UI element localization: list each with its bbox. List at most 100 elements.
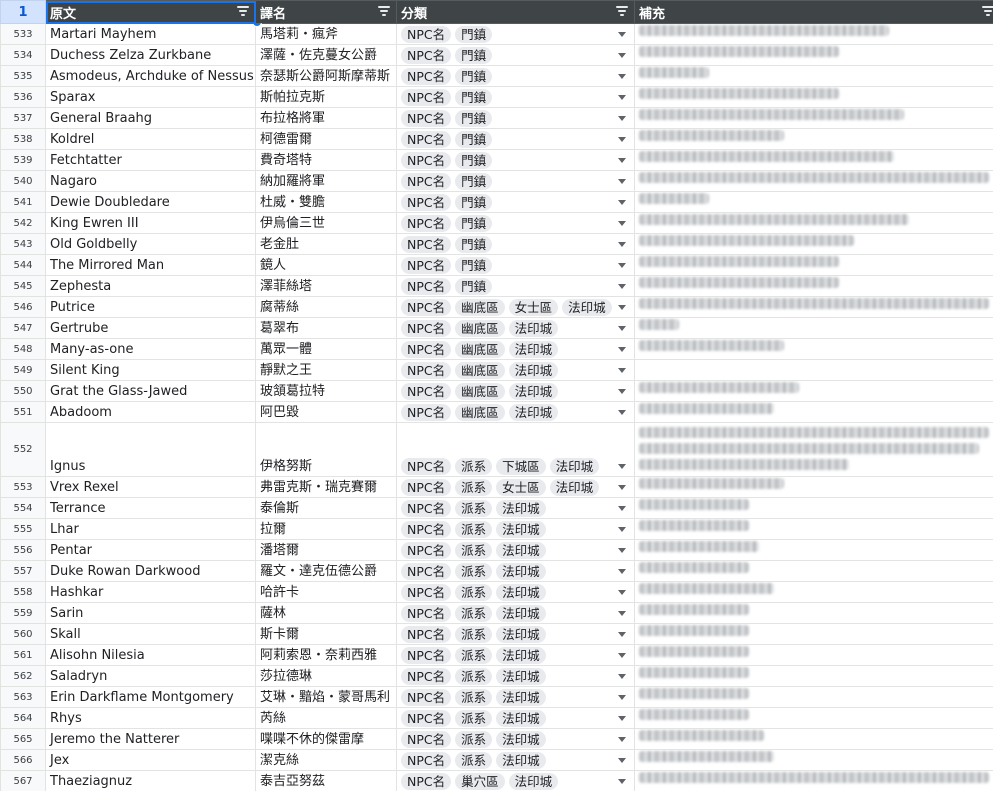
cell-translated-name[interactable]: 斯帕拉克斯 <box>255 86 397 108</box>
cell-original-name[interactable]: Duke Rowan Darkwood <box>45 560 256 582</box>
cell-category-chips[interactable]: NPC名 派系 法印城 <box>396 518 635 540</box>
dropdown-arrow-icon[interactable] <box>618 368 626 373</box>
row-number[interactable]: 563 <box>0 686 46 708</box>
dropdown-arrow-icon[interactable] <box>618 74 626 79</box>
cell-notes-redacted[interactable] <box>634 665 993 687</box>
cell-category-chips[interactable]: NPC名 派系 法印城 <box>396 749 635 771</box>
cell-original-name[interactable]: Fetchtatter <box>45 149 256 171</box>
dropdown-arrow-icon[interactable] <box>618 95 626 100</box>
cell-original-name[interactable]: Erin Darkflame Montgomery <box>45 686 256 708</box>
dropdown-arrow-icon[interactable] <box>618 590 626 595</box>
cell-translated-name[interactable]: 潘塔爾 <box>255 539 397 561</box>
dropdown-arrow-icon[interactable] <box>618 32 626 37</box>
row-number[interactable]: 533 <box>0 23 46 45</box>
cell-original-name[interactable]: Lhar <box>45 518 256 540</box>
cell-category-chips[interactable]: NPC名 派系 法印城 <box>396 539 635 561</box>
cell-notes-redacted[interactable] <box>634 401 993 423</box>
dropdown-arrow-icon[interactable] <box>618 464 626 469</box>
cell-notes-redacted[interactable] <box>634 644 993 666</box>
row-number[interactable]: 539 <box>0 149 46 171</box>
filter-icon[interactable] <box>378 6 390 18</box>
cell-category-chips[interactable]: NPC名 門鎮 <box>396 233 635 255</box>
cell-translated-name[interactable]: 馬塔莉・瘋斧 <box>255 23 397 45</box>
cell-notes-redacted[interactable] <box>634 254 993 276</box>
cell-category-chips[interactable]: NPC名 派系 法印城 <box>396 728 635 750</box>
cell-category-chips[interactable]: NPC名 幽底區 法印城 <box>396 359 635 381</box>
cell-category-chips[interactable]: NPC名 派系 法印城 <box>396 497 635 519</box>
cell-notes-redacted[interactable] <box>634 539 993 561</box>
row-number[interactable]: 553 <box>0 476 46 498</box>
row-number[interactable]: 547 <box>0 317 46 339</box>
row-number[interactable]: 554 <box>0 497 46 519</box>
cell-original-name[interactable]: Sarin <box>45 602 256 624</box>
cell-category-chips[interactable]: NPC名 門鎮 <box>396 149 635 171</box>
cell-notes-redacted[interactable] <box>634 476 993 498</box>
cell-category-chips[interactable]: NPC名 派系 法印城 <box>396 686 635 708</box>
cell-category-chips[interactable]: NPC名 派系 法印城 <box>396 581 635 603</box>
cell-category-chips[interactable]: NPC名 派系 女士區 法印城 <box>396 476 635 498</box>
cell-notes-redacted[interactable] <box>634 275 993 297</box>
dropdown-arrow-icon[interactable] <box>618 200 626 205</box>
row-number[interactable]: 558 <box>0 581 46 603</box>
row-number[interactable]: 545 <box>0 275 46 297</box>
cell-category-chips[interactable]: NPC名 門鎮 <box>396 128 635 150</box>
cell-category-chips[interactable]: NPC名 派系 法印城 <box>396 560 635 582</box>
cell-translated-name[interactable]: 羅文・達克伍德公爵 <box>255 560 397 582</box>
cell-original-name[interactable]: Thaeziagnuz <box>45 770 256 791</box>
cell-original-name[interactable]: Silent King <box>45 359 256 381</box>
cell-translated-name[interactable]: 泰吉亞努茲 <box>255 770 397 791</box>
cell-notes-redacted[interactable] <box>634 707 993 729</box>
cell-original-name[interactable]: Alisohn Nilesia <box>45 644 256 666</box>
cell-translated-name[interactable]: 喋喋不休的傑雷摩 <box>255 728 397 750</box>
cell-translated-name[interactable]: 腐蒂絲 <box>255 296 397 318</box>
cell-translated-name[interactable]: 澤薩・佐克蔓女公爵 <box>255 44 397 66</box>
cell-notes-redacted[interactable] <box>634 191 993 213</box>
column-header-notes[interactable]: 補充 <box>634 0 993 24</box>
column-header-translation[interactable]: 譯名 <box>255 0 397 24</box>
row-number[interactable]: 550 <box>0 380 46 402</box>
dropdown-arrow-icon[interactable] <box>618 569 626 574</box>
cell-original-name[interactable]: Gertrube <box>45 317 256 339</box>
cell-category-chips[interactable]: NPC名 門鎮 <box>396 212 635 234</box>
filter-icon[interactable] <box>237 6 249 18</box>
cell-original-name[interactable]: Abadoom <box>45 401 256 423</box>
cell-notes-redacted[interactable] <box>634 338 993 360</box>
cell-notes-redacted[interactable] <box>634 749 993 771</box>
cell-original-name[interactable]: Saladryn <box>45 665 256 687</box>
dropdown-arrow-icon[interactable] <box>618 527 626 532</box>
cell-translated-name[interactable]: 杜威・雙膽 <box>255 191 397 213</box>
dropdown-arrow-icon[interactable] <box>618 674 626 679</box>
cell-original-name[interactable]: Grat the Glass-Jawed <box>45 380 256 402</box>
cell-translated-name[interactable]: 莎拉德琳 <box>255 665 397 687</box>
cell-category-chips[interactable]: NPC名 門鎮 <box>396 44 635 66</box>
cell-notes-redacted[interactable] <box>634 686 993 708</box>
dropdown-arrow-icon[interactable] <box>618 611 626 616</box>
column-header-category[interactable]: 分類 <box>396 0 635 24</box>
cell-original-name[interactable]: Sparax <box>45 86 256 108</box>
cell-original-name[interactable]: Ignus <box>45 422 256 477</box>
dropdown-arrow-icon[interactable] <box>618 695 626 700</box>
cell-translated-name[interactable]: 奈瑟斯公爵阿斯摩蒂斯 <box>255 65 397 87</box>
cell-original-name[interactable]: Koldrel <box>45 128 256 150</box>
cell-notes-redacted[interactable] <box>634 560 993 582</box>
cell-category-chips[interactable]: NPC名 門鎮 <box>396 23 635 45</box>
cell-translated-name[interactable]: 葛翠布 <box>255 317 397 339</box>
row-number[interactable]: 556 <box>0 539 46 561</box>
cell-translated-name[interactable]: 斯卡爾 <box>255 623 397 645</box>
cell-notes-redacted[interactable] <box>634 128 993 150</box>
row-number[interactable]: 562 <box>0 665 46 687</box>
dropdown-arrow-icon[interactable] <box>618 653 626 658</box>
cell-notes-redacted[interactable] <box>634 44 993 66</box>
cell-notes-redacted[interactable] <box>634 623 993 645</box>
cell-notes-redacted[interactable] <box>634 581 993 603</box>
cell-original-name[interactable]: Nagaro <box>45 170 256 192</box>
cell-translated-name[interactable]: 布拉格將軍 <box>255 107 397 129</box>
dropdown-arrow-icon[interactable] <box>618 410 626 415</box>
dropdown-arrow-icon[interactable] <box>618 137 626 142</box>
cell-translated-name[interactable]: 弗雷克斯・瑞克賽爾 <box>255 476 397 498</box>
row-number[interactable]: 544 <box>0 254 46 276</box>
cell-original-name[interactable]: Many-as-one <box>45 338 256 360</box>
cell-notes-redacted[interactable] <box>634 602 993 624</box>
cell-translated-name[interactable]: 老金肚 <box>255 233 397 255</box>
dropdown-arrow-icon[interactable] <box>618 632 626 637</box>
